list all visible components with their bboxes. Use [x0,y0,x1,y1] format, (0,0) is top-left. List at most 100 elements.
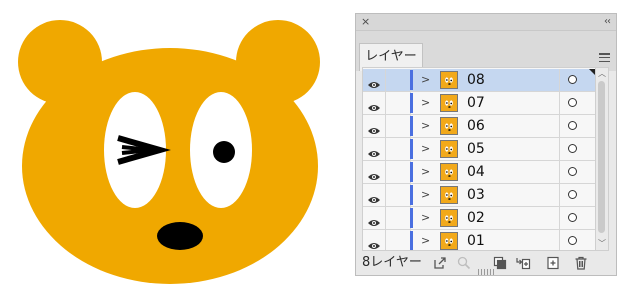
chevron-right-icon[interactable]: > [421,233,430,249]
chevron-right-icon[interactable]: > [421,210,430,226]
layer-row[interactable]: >06 [363,115,595,138]
hamburger-icon[interactable] [599,53,610,63]
layer-row[interactable]: >08 [363,69,595,92]
layer-row[interactable]: >01 [363,230,595,250]
layer-row[interactable]: >07 [363,92,595,115]
layer-color-bar [410,70,413,90]
layer-color-bar [410,162,413,182]
layer-row[interactable]: >04 [363,161,595,184]
layer-name[interactable]: 06 [467,117,485,136]
bear-open-eye-pupil [213,141,235,163]
lock-toggle[interactable] [386,207,411,229]
panel-titlebar: × ‹‹ [356,14,616,31]
layer-thumbnail [440,163,458,181]
target-column[interactable] [559,161,595,183]
layer-row[interactable]: >03 [363,184,595,207]
panel-tab-row: レイヤー [356,31,616,71]
target-circle-icon[interactable] [568,98,577,107]
target-column[interactable] [559,230,595,250]
panel-footer: 8レイヤー [356,251,616,276]
collapse-panel-icon[interactable]: ‹‹ [604,15,611,29]
lock-toggle[interactable] [386,115,411,137]
lock-toggle[interactable] [386,138,411,160]
layer-thumbnail [440,209,458,227]
chevron-right-icon[interactable]: > [421,95,430,111]
target-circle-icon[interactable] [568,121,577,130]
eye-icon[interactable] [367,167,381,180]
visibility-toggle[interactable] [363,207,386,229]
layer-name[interactable]: 07 [467,94,485,113]
layer-name[interactable]: 08 [467,71,485,90]
scroll-down-icon[interactable]: ﹀ [598,240,606,248]
target-column[interactable] [559,115,595,137]
layer-count-label: 8レイヤー [362,255,422,270]
chevron-right-icon[interactable]: > [421,72,430,88]
visibility-toggle[interactable] [363,184,386,206]
layer-thumbnail [440,71,458,89]
target-column[interactable] [559,92,595,114]
layer-name[interactable]: 01 [467,232,485,250]
layer-color-bar [410,93,413,113]
layers-panel: × ‹‹ レイヤー >08 >07 >06 >05 >04 >03 >02 >01 ︿ ﹀ 8… [355,13,617,276]
target-column[interactable] [559,138,595,160]
lock-toggle[interactable] [386,69,411,91]
chevron-right-icon[interactable]: > [421,118,430,134]
visibility-toggle[interactable] [363,92,386,114]
visibility-toggle[interactable] [363,115,386,137]
target-circle-icon[interactable] [568,75,577,84]
layer-thumbnail [440,186,458,204]
close-icon[interactable]: × [361,15,370,29]
visibility-toggle[interactable] [363,69,386,91]
target-circle-icon[interactable] [568,144,577,153]
layer-row[interactable]: >02 [363,207,595,230]
layer-color-bar [410,231,413,250]
visibility-toggle[interactable] [363,161,386,183]
layer-thumbnail [440,140,458,158]
target-circle-icon[interactable] [568,213,577,222]
layer-color-bar [410,208,413,228]
layer-name[interactable]: 03 [467,186,485,205]
scroll-up-icon[interactable]: ︿ [598,70,606,78]
lock-toggle[interactable] [386,184,411,206]
layer-list-scrollbar[interactable]: ︿ ﹀ [596,67,609,251]
lock-toggle[interactable] [386,161,411,183]
lock-toggle[interactable] [386,230,411,250]
layer-name[interactable]: 04 [467,163,485,182]
eye-icon[interactable] [367,98,381,111]
eye-icon[interactable] [367,190,381,203]
eye-icon[interactable] [367,121,381,134]
new-layer-icon[interactable] [545,255,561,271]
target-circle-icon[interactable] [568,190,577,199]
bear-illustration [18,20,320,284]
selection-indicator-icon [589,69,595,75]
eye-icon[interactable] [367,236,381,249]
chevron-right-icon[interactable]: > [421,187,430,203]
visibility-toggle[interactable] [363,230,386,250]
eye-icon[interactable] [367,144,381,157]
layer-list: >08 >07 >06 >05 >04 >03 >02 >01 [362,67,596,251]
eye-icon[interactable] [367,75,381,88]
layer-row[interactable]: >05 [363,138,595,161]
eye-icon[interactable] [367,213,381,226]
resize-grip[interactable] [478,269,496,275]
target-circle-icon[interactable] [568,236,577,245]
scroll-thumb[interactable] [598,81,605,233]
target-column[interactable] [559,184,595,206]
visibility-toggle[interactable] [363,138,386,160]
layer-color-bar [410,116,413,136]
layer-thumbnail [440,117,458,135]
trash-icon[interactable] [573,255,589,271]
export-icon[interactable] [432,255,448,271]
target-circle-icon[interactable] [568,167,577,176]
chevron-right-icon[interactable]: > [421,141,430,157]
chevron-right-icon[interactable]: > [421,164,430,180]
new-sublayer-icon[interactable] [515,255,531,271]
lock-toggle[interactable] [386,92,411,114]
layer-thumbnail [440,232,458,250]
layer-name[interactable]: 05 [467,140,485,159]
bear-nose [157,222,203,250]
layer-name[interactable]: 02 [467,209,485,228]
search-icon[interactable] [456,255,472,271]
target-column[interactable] [559,207,595,229]
layer-color-bar [410,139,413,159]
